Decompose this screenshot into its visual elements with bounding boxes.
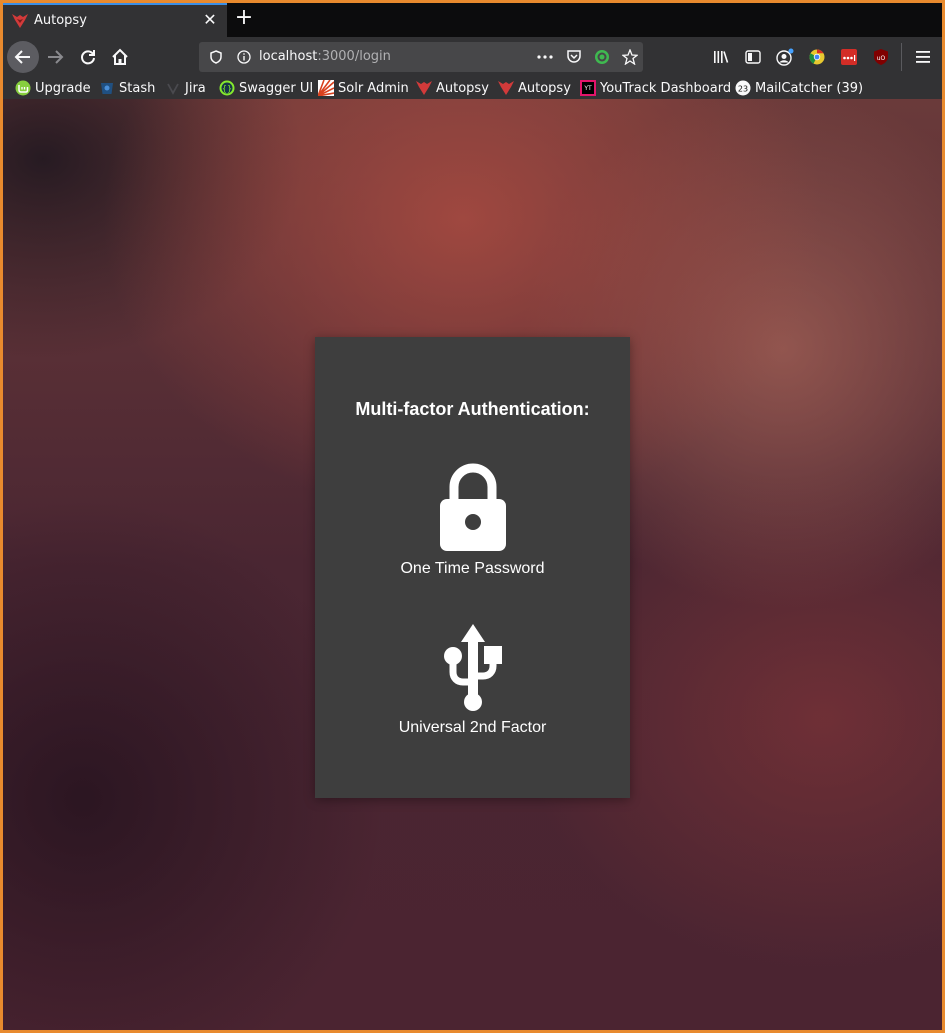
bookmark-label: Upgrade	[35, 80, 91, 96]
back-button[interactable]	[7, 41, 39, 73]
jira-icon	[165, 80, 181, 96]
chrome-extension-icon[interactable]	[807, 47, 827, 67]
url-host: localhost	[259, 49, 318, 64]
forward-button[interactable]	[39, 41, 71, 73]
autopsy-icon	[416, 80, 432, 96]
autopsy-icon	[498, 80, 514, 96]
mailcatcher-icon: 23	[735, 80, 751, 96]
u2f-option[interactable]: Universal 2nd Factor	[315, 622, 630, 742]
browser-window: Autopsy ✕ + localhost:3000/login uO Upgr…	[3, 3, 942, 1030]
bookmark-upgrade[interactable]: Upgrade	[15, 79, 91, 97]
solr-icon	[318, 80, 334, 96]
svg-text:{}: {}	[222, 84, 232, 93]
reload-button[interactable]	[72, 41, 104, 73]
bookmark-label: YouTrack Dashboard	[600, 80, 732, 96]
bookmark-label: Swagger UI	[239, 80, 314, 96]
sidebar-icon[interactable]	[743, 47, 763, 67]
svg-text:23: 23	[738, 85, 748, 94]
bookmark-solr[interactable]: Solr Admin	[318, 79, 409, 97]
arrow-left-icon	[14, 50, 30, 64]
menu-icon[interactable]	[913, 47, 933, 67]
new-tab-button[interactable]: +	[233, 7, 255, 30]
home-icon	[112, 48, 128, 65]
bookmark-label: Solr Admin	[338, 80, 409, 96]
url-path: :3000/login	[317, 49, 391, 64]
bookmark-stash[interactable]: Stash	[99, 79, 155, 97]
bookmark-swagger[interactable]: {} Swagger UI	[219, 79, 313, 97]
svg-text:YT: YT	[583, 85, 592, 92]
url-text: localhost:3000/login	[259, 49, 391, 64]
linux-mint-icon	[15, 80, 31, 96]
tab-title: Autopsy	[34, 13, 87, 28]
bookmark-label: Stash	[119, 80, 156, 96]
bookmark-label: MailCatcher (39)	[755, 80, 864, 96]
info-icon[interactable]	[236, 49, 252, 65]
bookmarks-toolbar: Upgrade Stash Jira {} Swagger UI Solr Ad…	[3, 77, 942, 99]
url-bar[interactable]: localhost:3000/login	[199, 42, 643, 72]
account-icon[interactable]	[775, 47, 795, 67]
tab-close-icon[interactable]: ✕	[201, 10, 219, 30]
lastpass-icon[interactable]	[839, 47, 859, 67]
bookmark-jira[interactable]: Jira	[165, 79, 206, 97]
bookmark-autopsy-1[interactable]: Autopsy	[416, 79, 489, 97]
bookmark-mailcatcher[interactable]: 23 MailCatcher (39)	[735, 79, 863, 97]
ublock-icon[interactable]: uO	[871, 47, 891, 67]
tab-autopsy[interactable]: Autopsy ✕	[3, 3, 227, 37]
autopsy-favicon-icon	[12, 14, 28, 28]
home-button[interactable]	[104, 41, 136, 73]
mfa-title: Multi-factor Authentication:	[355, 399, 590, 419]
otp-label: One Time Password	[400, 560, 545, 577]
bookmark-label: Jira	[185, 80, 206, 96]
u2f-label: Universal 2nd Factor	[398, 719, 547, 736]
mfa-card: Multi-factor Authentication: One Time Pa…	[315, 337, 630, 798]
reload-icon	[81, 50, 95, 65]
bookmark-autopsy-2[interactable]: Autopsy	[498, 79, 571, 97]
usb-icon	[315, 622, 630, 714]
toolbar-separator	[901, 43, 902, 71]
bookmark-label: Autopsy	[436, 80, 489, 96]
otp-option[interactable]: One Time Password	[315, 461, 630, 581]
youtrack-icon: YT	[580, 80, 596, 96]
extension-target-icon[interactable]	[594, 49, 610, 65]
tab-strip: Autopsy ✕ +	[3, 3, 942, 37]
bookmark-youtrack[interactable]: YT YouTrack Dashboard	[580, 79, 731, 97]
arrow-right-icon	[48, 50, 64, 64]
page-actions-icon[interactable]	[537, 49, 553, 65]
page-content: Multi-factor Authentication: One Time Pa…	[3, 99, 942, 1030]
library-icon[interactable]	[711, 47, 731, 67]
nav-bar: localhost:3000/login uO	[3, 37, 942, 77]
pocket-icon[interactable]	[566, 49, 582, 65]
lock-icon	[315, 463, 630, 553]
stash-icon	[99, 80, 115, 96]
swagger-icon: {}	[219, 80, 235, 96]
bookmark-star-icon[interactable]	[622, 49, 638, 65]
bookmark-label: Autopsy	[518, 80, 571, 96]
svg-text:uO: uO	[877, 55, 886, 62]
shield-icon[interactable]	[208, 49, 224, 65]
